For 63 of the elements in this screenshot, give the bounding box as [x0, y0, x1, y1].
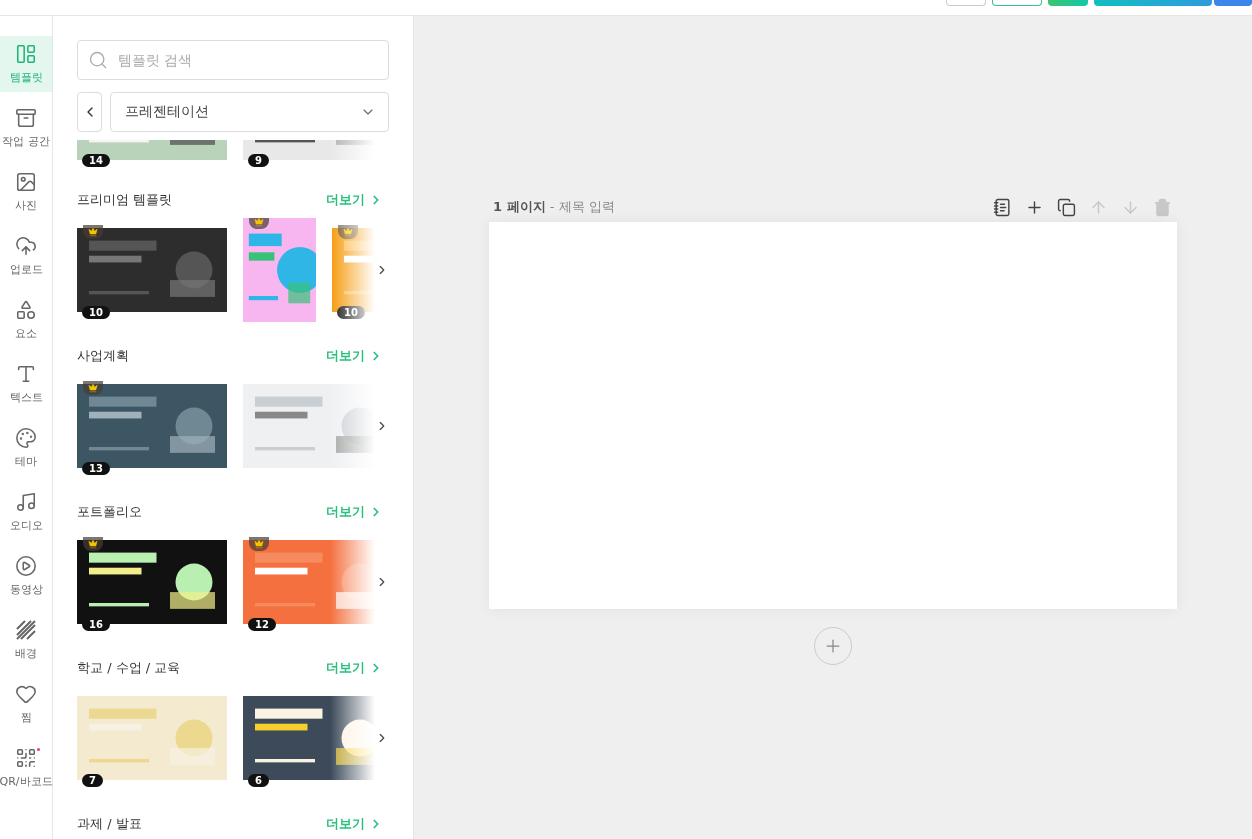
sidebar-item[interactable]: 오디오: [0, 484, 52, 540]
sidebar-label: 오디오: [9, 518, 43, 533]
search-field[interactable]: 템플릿 검색: [77, 40, 389, 80]
sidebar-label: 테마: [15, 454, 37, 469]
image-icon: [15, 171, 37, 193]
page-count: 16: [82, 618, 110, 631]
page-count: 13: [82, 462, 110, 475]
sidebar-item[interactable]: 배경: [0, 612, 52, 668]
sidebar-label: 템플릿: [9, 70, 43, 85]
page-count: 10: [337, 306, 365, 319]
toolbar-button[interactable]: [1214, 0, 1252, 6]
sidebar-label: 동영상: [9, 582, 43, 597]
music-note-icon: [15, 491, 37, 513]
note-button[interactable]: [991, 196, 1013, 218]
layout-icon: [15, 43, 37, 65]
section-title: 포트폴리오: [77, 503, 142, 521]
sidebar-label: 작업 공간: [2, 134, 50, 149]
sidebar-item[interactable]: QR/바코드: [0, 740, 52, 796]
sidebar-item[interactable]: 업로드: [0, 228, 52, 284]
page-count: 14: [82, 154, 110, 167]
section-title: 과제 / 발표: [77, 815, 142, 833]
sidebar-item[interactable]: 작업 공간: [0, 100, 52, 156]
heart-icon: [15, 683, 37, 705]
sidebar-label: 찜: [20, 710, 32, 725]
palette-icon: [15, 427, 37, 449]
sidebar-item[interactable]: 테마: [0, 420, 52, 476]
back-button[interactable]: [77, 92, 102, 132]
search-input[interactable]: 템플릿 검색: [116, 51, 378, 69]
sidebar-label: 업로드: [9, 262, 43, 277]
copy-button[interactable]: [1055, 196, 1077, 218]
sidebar-item[interactable]: 찜: [0, 676, 52, 732]
page-count: 12: [248, 618, 276, 631]
sidebar-label: 배경: [15, 646, 37, 661]
sidebar-item[interactable]: 요소: [0, 292, 52, 348]
page-title: 1 페이지 - 제목 입력: [493, 198, 615, 216]
section-title: 학교 / 수업 / 교육: [77, 659, 181, 677]
page-count: 7: [82, 774, 103, 787]
shapes-icon: [15, 299, 37, 321]
delete-icon: [1152, 197, 1172, 217]
cloud-upload-icon: [15, 235, 37, 257]
sidebar-label: 텍스트: [9, 390, 43, 405]
toolbar-button[interactable]: [1048, 0, 1088, 6]
page-count: 10: [82, 306, 110, 319]
sidebar-item[interactable]: 동영상: [0, 548, 52, 604]
section-title: 프리미엄 템플릿: [77, 191, 173, 209]
sidebar-label: 요소: [15, 326, 37, 341]
sidebar-item[interactable]: 사진: [0, 164, 52, 220]
copy-icon: [1056, 197, 1076, 217]
qr-code-icon: [15, 747, 37, 769]
section-title: 사업계획: [77, 347, 129, 365]
text-icon: [15, 363, 37, 385]
search-icon: [88, 50, 108, 70]
stripes-icon: [15, 619, 37, 641]
toolbar-button[interactable]: [992, 0, 1042, 6]
sidebar-item[interactable]: 텍스트: [0, 356, 52, 412]
archive-icon: [15, 107, 37, 129]
note-icon: [992, 197, 1012, 217]
play-icon: [15, 555, 37, 577]
sidebar-label: 사진: [15, 198, 37, 213]
page-count: 9: [248, 154, 269, 167]
page-count: 6: [248, 774, 269, 787]
category-dropdown[interactable]: 프레젠테이션: [110, 92, 389, 132]
sidebar-label: QR/바코드: [0, 774, 53, 789]
